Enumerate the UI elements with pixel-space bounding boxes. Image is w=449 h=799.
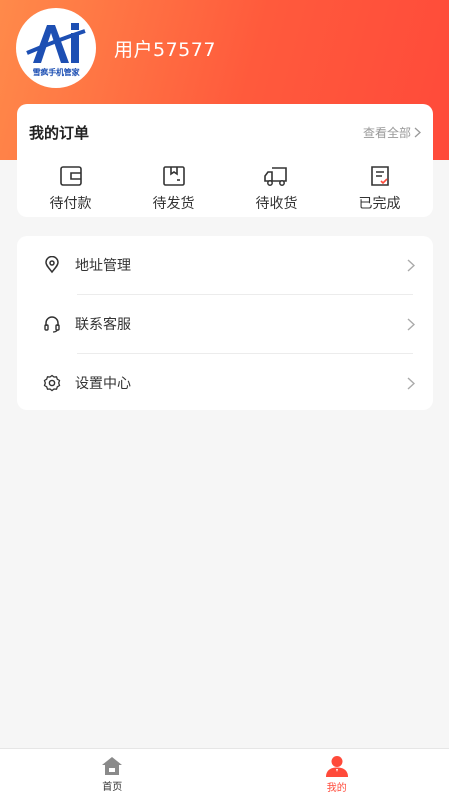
order-label: 已完成	[358, 196, 401, 212]
order-label: 待收货	[255, 196, 298, 212]
menu-item-address[interactable]: 地址管理	[17, 236, 433, 294]
menu-item-label: 设置中心	[75, 376, 131, 392]
profile-header: Ai 雪疯手机管家 用户57577	[16, 8, 216, 88]
order-pending-payment[interactable]: 待付款	[26, 165, 116, 213]
username: 用户57577	[114, 38, 216, 61]
headset-icon	[43, 315, 61, 333]
order-pending-receipt[interactable]: 待收货	[232, 165, 322, 213]
menu-item-settings[interactable]: 设置中心	[17, 354, 433, 412]
orders-card: 我的订单 查看全部 待付款 待发货 待收货 已完成	[17, 104, 433, 217]
app-logo-icon: Ai	[26, 22, 86, 63]
completed-doc-icon	[370, 166, 389, 186]
order-label: 待付款	[49, 196, 92, 212]
orders-title: 我的订单	[29, 124, 90, 142]
bottom-tab-bar: 首页 我的	[0, 748, 449, 799]
order-pending-shipment[interactable]: 待发货	[129, 165, 219, 213]
chevron-right-icon	[407, 258, 415, 272]
package-icon	[162, 166, 185, 186]
menu-item-label: 联系客服	[75, 317, 131, 333]
truck-icon	[263, 167, 287, 186]
location-pin-icon	[43, 256, 61, 274]
home-icon	[102, 756, 123, 775]
user-icon	[325, 755, 348, 777]
view-all-label: 查看全部	[362, 126, 411, 140]
wallet-icon	[59, 166, 82, 186]
tab-home[interactable]: 首页	[0, 749, 225, 799]
chevron-right-icon	[407, 317, 415, 331]
tab-label: 我的	[326, 782, 347, 794]
order-label: 待发货	[152, 196, 195, 212]
logo-caption: 雪疯手机管家	[32, 67, 80, 77]
avatar[interactable]: Ai 雪疯手机管家	[16, 8, 96, 88]
gear-icon	[43, 374, 61, 392]
view-all-orders-link[interactable]: 查看全部	[363, 124, 421, 141]
tab-label: 首页	[102, 781, 123, 793]
chevron-right-icon	[407, 376, 415, 390]
tab-mine[interactable]: 我的	[225, 749, 449, 799]
menu-card: 地址管理 联系客服 设置中心	[17, 236, 433, 410]
menu-item-customer-service[interactable]: 联系客服	[17, 295, 433, 353]
menu-item-label: 地址管理	[75, 258, 131, 274]
chevron-right-icon	[414, 127, 421, 138]
order-completed[interactable]: 已完成	[335, 165, 425, 213]
